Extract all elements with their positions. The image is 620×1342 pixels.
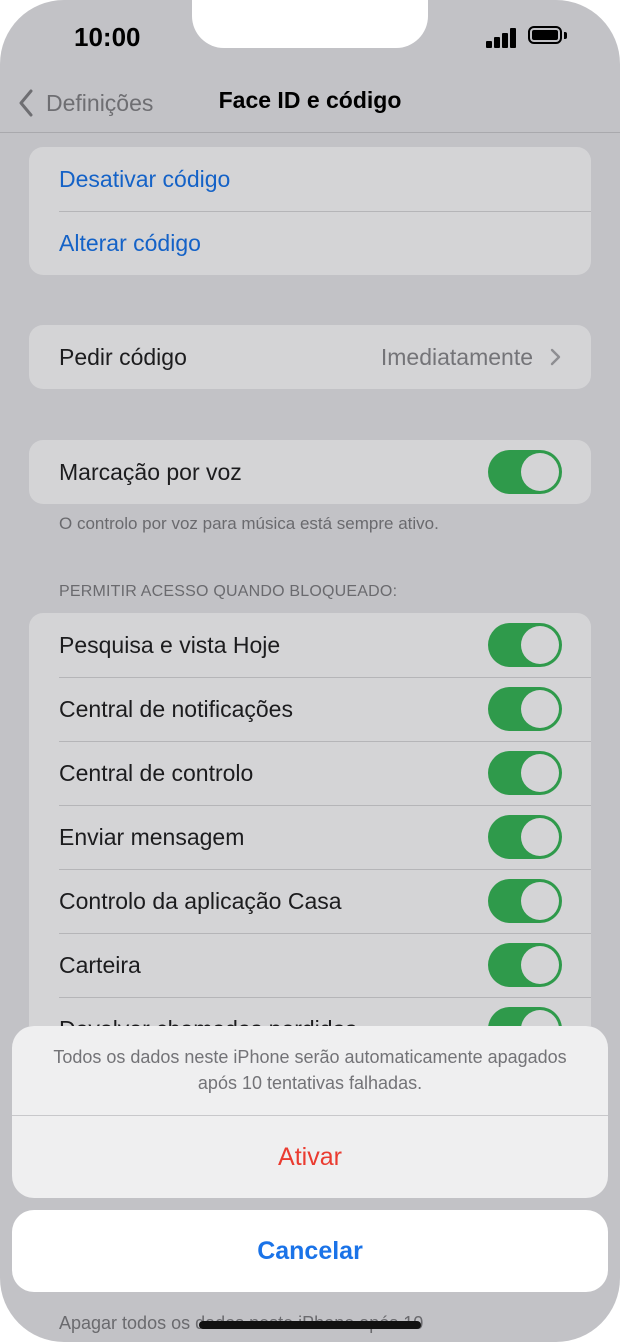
locked-access-label: Central de notificações xyxy=(59,695,293,722)
phone-screen: 10:00 Definições Face ID e código Desati… xyxy=(0,0,620,1342)
signal-icon xyxy=(486,28,518,48)
locked-access-label: Devolver chamadas perdidas xyxy=(59,1016,357,1027)
list-item: Pesquisa e vista Hoje xyxy=(29,613,591,677)
list-item: Enviar mensagem xyxy=(29,805,591,869)
voice-dial-label: Marcação por voz xyxy=(59,458,242,485)
voice-dial-toggle[interactable] xyxy=(488,450,562,494)
home-control-toggle[interactable] xyxy=(488,879,562,923)
notch xyxy=(192,0,428,48)
passcode-group: Desativar código Alterar código xyxy=(29,147,591,275)
notification-center-toggle[interactable] xyxy=(488,687,562,731)
locked-access-label: Carteira xyxy=(59,951,141,978)
cancel-button[interactable]: Cancelar xyxy=(12,1210,608,1292)
require-passcode-group: Pedir código Imediatamente xyxy=(29,325,591,389)
locked-access-label: Central de controlo xyxy=(59,759,254,786)
list-item: Central de controlo xyxy=(29,741,591,805)
change-passcode-button[interactable]: Alterar código xyxy=(29,211,591,275)
locked-access-label: Pesquisa e vista Hoje xyxy=(59,631,281,658)
voice-dial-row: Marcação por voz xyxy=(29,440,591,504)
require-passcode-row[interactable]: Pedir código Imediatamente xyxy=(29,325,591,389)
list-item: Central de notificações xyxy=(29,677,591,741)
chevron-right-icon xyxy=(550,348,561,366)
home-indicator[interactable] xyxy=(199,1321,421,1329)
status-time: 10:00 xyxy=(74,22,141,52)
action-sheet-message: Todos os dados neste iPhone serão automa… xyxy=(53,1047,567,1093)
turn-off-passcode-button[interactable]: Desativar código xyxy=(29,147,591,211)
battery-icon xyxy=(528,26,568,46)
action-sheet: Todos os dados neste iPhone serão automa… xyxy=(12,1026,608,1198)
require-passcode-value: Imediatamente xyxy=(380,343,533,370)
control-center-toggle[interactable] xyxy=(488,751,562,795)
navigation-bar: Definições Face ID e código xyxy=(0,70,620,133)
today-view-toggle[interactable] xyxy=(488,623,562,667)
locked-access-group: Pesquisa e vista Hoje Central de notific… xyxy=(29,613,591,1026)
list-item: Devolver chamadas perdidas xyxy=(29,997,591,1026)
status-bar: 10:00 xyxy=(0,0,620,80)
return-missed-calls-toggle[interactable] xyxy=(488,1007,562,1026)
locked-access-label: Controlo da aplicação Casa xyxy=(59,887,342,914)
locked-access-header: PERMITIR ACESSO QUANDO BLOQUEADO: xyxy=(59,583,398,600)
activate-button[interactable]: Ativar xyxy=(12,1116,608,1198)
voice-dial-group: Marcação por voz xyxy=(29,440,591,504)
wallet-toggle[interactable] xyxy=(488,943,562,987)
list-item: Carteira xyxy=(29,933,591,997)
locked-access-label: Enviar mensagem xyxy=(59,823,245,850)
reply-with-message-toggle[interactable] xyxy=(488,815,562,859)
page-title: Face ID e código xyxy=(218,87,402,113)
require-passcode-label: Pedir código xyxy=(59,343,187,370)
voice-dial-note: O controlo por voz para música está semp… xyxy=(59,514,439,533)
list-item: Controlo da aplicação Casa xyxy=(29,869,591,933)
